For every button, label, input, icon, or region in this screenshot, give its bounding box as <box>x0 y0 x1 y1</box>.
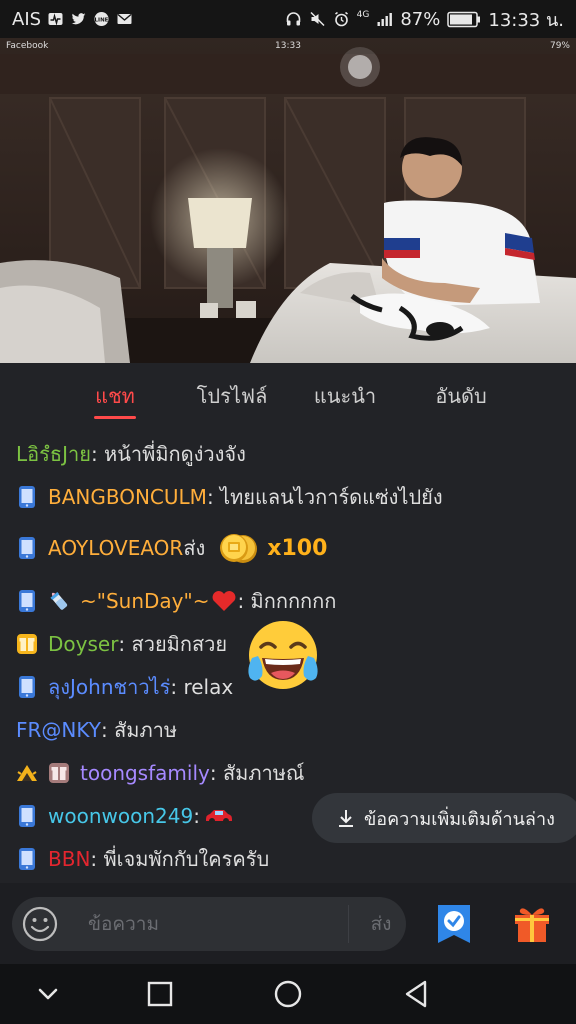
inner-battery: 79% <box>549 41 570 51</box>
battery-icon <box>447 11 481 27</box>
tab-active-indicator <box>94 416 136 419</box>
carrier-label: AIS <box>12 8 42 30</box>
send-divider <box>348 905 349 943</box>
mail-icon <box>117 13 132 24</box>
chat-username[interactable]: ~"SunDay"~ <box>80 589 209 613</box>
tab-profile-label: โปรไฟล์ <box>196 384 268 408</box>
gift-amount: x100 <box>267 535 328 561</box>
status-bar: AIS LINE 4G 87% 13:33 น. <box>0 0 576 38</box>
nav-back-icon[interactable] <box>398 976 434 1012</box>
gift-icon[interactable] <box>511 903 553 945</box>
chat-username[interactable]: BANGBONCULM <box>48 485 207 509</box>
laughing-emoji-icon <box>248 621 318 689</box>
signal-icon <box>377 13 393 26</box>
nav-collapse-icon[interactable] <box>30 976 66 1012</box>
inner-status-bar: Facebook 13:33 79% <box>0 38 576 54</box>
tab-recommend-label: แนะนำ <box>313 384 377 408</box>
chat-message: woonwoon249 : <box>16 796 234 836</box>
chat-list[interactable]: LอิรํธJาย : หน้าพี่มิกดูง่วงจัง BANGBONC… <box>0 429 576 883</box>
chat-text: : <box>193 804 200 828</box>
tab-ranking[interactable]: อันดับ <box>418 363 504 429</box>
more-messages-label: ข้อความเพิ่มเติมด้านล่าง <box>364 808 555 830</box>
twitter-icon <box>71 13 86 25</box>
chat-text: ส่ง <box>183 536 206 560</box>
gift-box-badge-icon <box>49 763 69 783</box>
message-composer: ส่ง <box>0 883 576 964</box>
chat-text: : สวยมิกสวย <box>118 632 228 656</box>
phone-badge-icon <box>19 537 35 559</box>
emoji-picker-icon[interactable] <box>20 904 60 944</box>
chat-message: LอิรํธJาย : หน้าพี่มิกดูง่วงจัง <box>16 434 246 474</box>
network-type: 4G <box>356 9 370 20</box>
chat-text: : มิกกกกกก <box>237 589 337 613</box>
chat-text: : สัมภาษ <box>100 718 178 742</box>
headphones-icon <box>286 12 300 26</box>
inner-app-label: Facebook <box>6 41 49 51</box>
chat-message: toongsfamily : สัมภาษณ์ <box>16 753 304 793</box>
phone-badge-icon <box>19 805 35 827</box>
chat-username[interactable]: woonwoon249 <box>48 804 193 828</box>
tab-bar: แชท โปรไฟล์ แนะนำ อันดับ <box>0 363 576 429</box>
chat-username[interactable]: toongsfamily <box>80 761 210 785</box>
crown-badge-icon <box>17 765 37 781</box>
chat-text: : relax <box>170 675 234 699</box>
chat-username[interactable]: ลุงJohnชาวไร่ <box>48 671 170 703</box>
chat-message: FR@NKY : สัมภาษ <box>16 710 177 750</box>
tab-chat[interactable]: แชท <box>72 363 158 429</box>
tab-profile[interactable]: โปรไฟล์ <box>180 363 284 429</box>
chat-username[interactable]: BBN <box>48 847 90 871</box>
alarm-icon <box>334 11 348 27</box>
chat-username[interactable]: Doyser <box>48 632 118 656</box>
chat-username[interactable]: LอิรํธJาย <box>16 438 91 470</box>
phone-badge-icon <box>19 676 35 698</box>
nav-home-icon[interactable] <box>270 976 306 1012</box>
phone-badge-icon <box>19 590 35 612</box>
line-app-icon: LINE <box>94 12 109 26</box>
live-video[interactable]: Facebook 13:33 79% <box>0 38 576 363</box>
chat-username[interactable]: FR@NKY <box>16 718 101 742</box>
tab-chat-label: แชท <box>95 384 135 408</box>
battery-percent: 87% <box>400 8 441 30</box>
chat-message: BANGBONCULM : ไทยแลนไวการ์ดแซ่งไปยัง <box>16 477 443 517</box>
inner-time: 13:33 <box>275 41 301 51</box>
activity-icon <box>48 13 63 26</box>
message-input-box: ส่ง <box>12 897 406 951</box>
more-messages-button[interactable]: ข้อความเพิ่มเติมด้านล่าง <box>312 793 576 843</box>
chat-message: ลุงJohnชาวไร่ : relax <box>16 667 233 707</box>
video-frame <box>0 38 576 363</box>
system-nav-bar <box>0 964 576 1024</box>
chat-message: Doyser : สวยมิกสวย <box>16 624 227 664</box>
tab-recommend[interactable]: แนะนำ <box>300 363 390 429</box>
chat-text: : สัมภาษณ์ <box>209 761 305 785</box>
gift-box-badge-icon <box>17 634 37 654</box>
baby-bottle-icon <box>50 591 68 610</box>
chat-text: : ไทยแลนไวการ์ดแซ่งไปยัง <box>206 485 443 509</box>
svg-text:LINE: LINE <box>95 18 109 24</box>
chat-message: ~"SunDay"~ : มิกกกกกก <box>16 581 336 621</box>
chat-text: : พี่เจมพักกับใครครับ <box>90 847 270 871</box>
chat-username[interactable]: AOYLOVEAOR <box>48 536 183 560</box>
car-icon <box>205 810 232 824</box>
heart-icon <box>213 591 236 611</box>
phone-badge-icon <box>19 486 35 508</box>
chat-text: : หน้าพี่มิกดูง่วงจัง <box>90 442 246 466</box>
chat-gift-message: AOYLOVEAOR ส่ง x100 <box>16 527 327 569</box>
download-arrow-icon <box>339 810 353 827</box>
send-button[interactable]: ส่ง <box>356 897 406 951</box>
nav-recents-icon[interactable] <box>142 976 178 1012</box>
phone-badge-icon <box>19 848 35 870</box>
message-input[interactable] <box>88 897 338 951</box>
mute-icon <box>310 11 325 27</box>
task-check-icon[interactable] <box>434 903 474 945</box>
chat-message: BBN : พี่เจมพักกับใครครับ <box>16 839 269 879</box>
tab-ranking-label: อันดับ <box>435 384 487 408</box>
clock: 13:33 น. <box>488 9 564 31</box>
coin-gift-icon <box>220 534 258 563</box>
